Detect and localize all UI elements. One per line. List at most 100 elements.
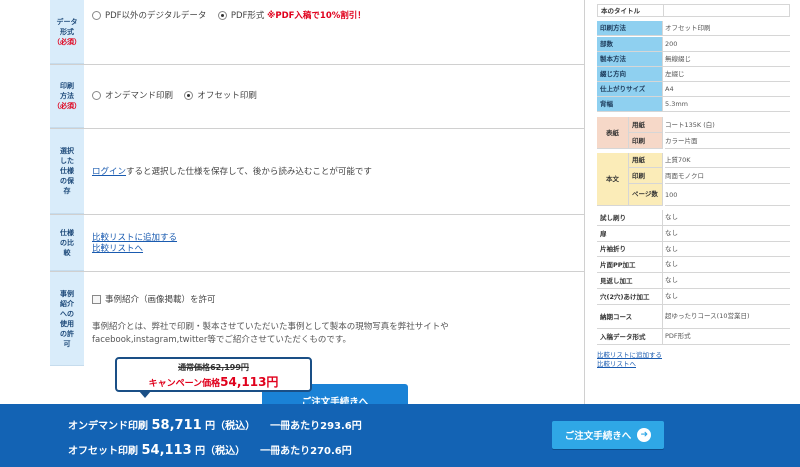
label-part: データ [56,17,78,26]
spec-key: 仕上がりサイズ [597,82,663,96]
offset-label: オフセット印刷 [68,446,138,457]
compare-links: 比較リストに追加する 比較リストへ [92,233,177,255]
spec-add-compare-link[interactable]: 比較リストに追加する [597,351,662,360]
spec-row: 入稿データ形式 PDF形式 [597,329,790,345]
spec-value: 無線綴じ [665,55,691,63]
spec-value: なし [665,229,678,237]
ondemand-price: 58,711 [151,418,202,433]
label-part: 方法 [60,92,74,100]
spec-row: 納期コース 超ゆったりコース(10営業日) [597,305,790,329]
row-label-format: データ 形式 （必須） [50,0,84,64]
case-checkbox[interactable] [92,295,101,304]
spec-subkey: ページ数 [629,184,663,206]
offset-price: 54,113 [141,443,192,458]
spec-row: 見返し加工 なし [597,273,790,289]
spec-links: 比較リストに追加する 比較リストへ [597,351,662,369]
spec-compare-list-link[interactable]: 比較リストへ [597,360,662,369]
spec-row: 穴(2穴)あけ加工 なし [597,289,790,305]
regular-price-value: 62,199円 [210,363,249,372]
label-part: 形式 [60,27,74,36]
ondemand-label: オンデマンド印刷 [68,421,148,432]
divider [50,128,584,129]
spec-key: 見返し加工 [597,273,663,288]
case-description: 事例紹介とは、弊社で印刷・製本させていただいた事例として製本の現物写真を弊社サイ… [92,321,449,347]
spec-value: 200 [665,40,678,48]
spec-subkey: 印刷 [629,133,663,149]
spec-key: 綴じ方向 [597,67,663,81]
divider [50,64,584,65]
spec-row: 片面PP加工 なし [597,257,790,273]
arrow-right-icon: ➜ [637,428,652,442]
add-to-compare-link[interactable]: 比較リストに追加する [92,233,177,244]
spec-subkey: 用紙 [629,153,663,168]
compare-list-link[interactable]: 比較リストへ [92,244,177,255]
spec-value [666,5,789,16]
label-part: 印刷 [60,82,74,90]
spec-key: 部数 [597,37,663,51]
spec-subkey: 用紙 [629,117,663,133]
spec-key: 穴(2穴)あけ加工 [597,289,663,304]
spec-subvalue: 100 [665,184,790,206]
spec-row: 綴じ方向 左綴じ [597,67,790,82]
spec-row: 仕上がりサイズ A4 [597,82,790,97]
case-desc-line: facebook,instagram,twitter等でご紹介させていただくもの… [92,335,352,345]
label-text: 事例紹介への使用の許可 [60,289,74,348]
spec-row: 背幅 5.3mm [597,97,790,112]
save-note: ログインすると選択した仕様を保存して、後から読み込むことが可能です [92,165,372,177]
case-checkbox-label: 事例紹介（画像掲載）を許可 [105,295,216,305]
spec-row: 片袖折り なし [597,242,790,257]
offset-unit: 円（税込） [195,446,246,457]
spec-value: 左綴じ [665,70,685,78]
case-checkbox-row: 事例紹介（画像掲載）を許可 [92,293,216,305]
order-button[interactable]: ご注文手続きへ ➜ [552,421,664,449]
label-text: 選択した仕様の保存 [60,147,74,195]
pdf-promo: ※PDF入稿で10%割引！ [267,11,366,21]
format-option-pdf-label: PDF形式 [230,11,265,21]
spec-subvalue: 上質70K [665,153,790,168]
spec-value: A4 [665,85,674,93]
format-radio-non-pdf[interactable] [92,11,101,20]
spec-subvalue: カラー片面 [665,133,790,149]
spec-value: 5.3mm [665,100,689,108]
method-radio-offset[interactable] [184,91,194,100]
save-note-text: すると選択した仕様を保存して、後から読み込むことが可能です [126,167,372,177]
spec-row: 印刷方法 オフセット印刷 [597,21,790,36]
required-mark: （必須） [53,102,81,110]
spec-row: 部数 200 [597,37,790,52]
method-radio-ondemand[interactable] [92,91,101,100]
regular-price: 通常価格62,199円 [117,362,310,373]
row-label-case: 事例紹介への使用の許可 [50,272,84,366]
spec-row-title: 本のタイトル [597,4,790,17]
login-link[interactable]: ログイン [92,167,126,177]
format-option-non-pdf-label: PDF以外のデジタルデータ [105,11,207,21]
method-option-offset-label: オフセット印刷 [197,91,257,101]
spec-key: 扉 [597,226,663,241]
offset-per-copy: 一冊あたり270.6円 [260,446,352,457]
spec-key: 片面PP加工 [597,257,663,272]
spec-value: なし [665,260,678,268]
ondemand-price-line: オンデマンド印刷 58,711 円（税込） 一冊あたり293.6円 [68,417,362,433]
spec-value: なし [665,276,678,284]
spec-group-cover: 表紙 [597,117,629,149]
spec-key: 本のタイトル [598,5,664,16]
divider [50,214,584,215]
row-label-compare: 仕様の比較 [50,215,84,271]
spec-summary-table: 本のタイトル 印刷方法 オフセット印刷 部数 200 製本方法 無線綴じ 綴じ方向 左綴じ 仕上… [597,0,790,345]
format-radio-pdf[interactable] [217,11,227,20]
spec-group-body: 本文 [597,153,629,206]
spec-subvalue: コート135K (白) [665,117,790,133]
offset-price-line: オフセット印刷 54,113 円（税込） 一冊あたり270.6円 [68,442,352,458]
spec-key: 印刷方法 [597,21,663,35]
spec-key: 背幅 [597,97,663,111]
spec-key: 入稿データ形式 [597,329,663,344]
method-options: オンデマンド印刷 オフセット印刷 [92,89,257,101]
spec-row: 試し刷り なし [597,210,790,226]
spec-key: 試し刷り [597,210,663,225]
spec-key: 片袖折り [597,242,663,256]
spec-value: なし [665,213,678,221]
format-options: PDF以外のデジタルデータ PDF形式 ※PDF入稿で10%割引！ [92,9,366,21]
spec-value: なし [665,292,678,300]
case-desc-line: 事例紹介とは、弊社で印刷・製本させていただいた事例として製本の現物写真を弊社サイ… [92,322,449,332]
column-divider [584,0,585,404]
required-mark: （必須） [53,37,81,46]
